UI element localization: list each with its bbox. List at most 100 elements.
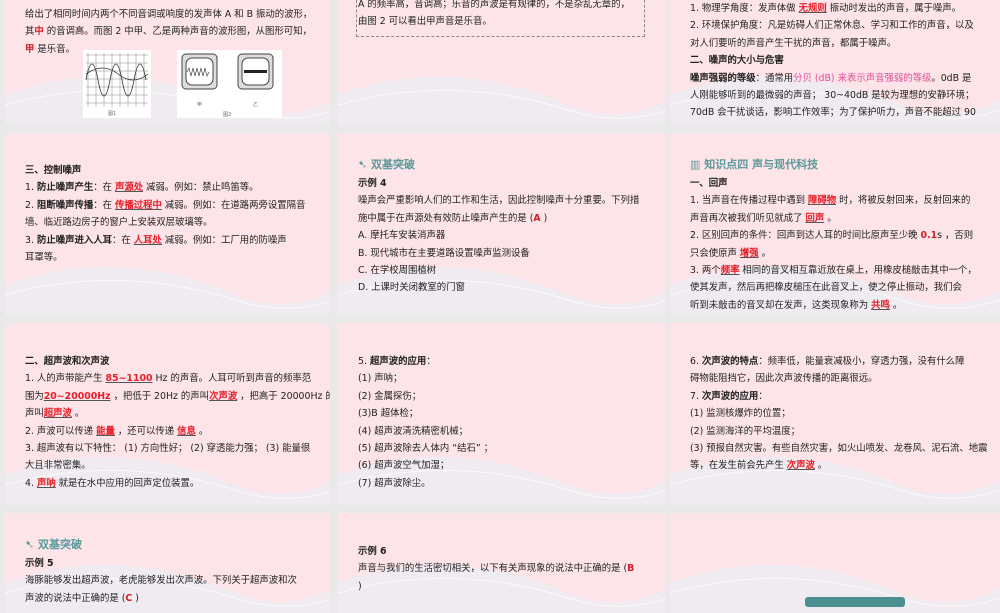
text-segment: ： [758, 390, 768, 402]
slide-thumbnail[interactable]: ➷ 双基突破示例 4 噪声会严重影响人们的工作和生活，因此控制噪声十分重要。下列措… [338, 133, 665, 315]
answer-fill: 声源处 [114, 182, 144, 194]
text-segment: (3)B 超体检； [358, 408, 419, 420]
text-line: 海豚能够发出超声波，老虎能够发出次声波。下列关于超声波和次 [25, 572, 318, 589]
text-line: (7) 超声波除尘。 [358, 475, 653, 492]
text-segment: ) [132, 592, 139, 604]
text-line: 二、超声波和次声波 [25, 353, 318, 370]
fig1-caption: 图1 [108, 111, 116, 117]
text-segment: ，把高于 20000Hz 的 [237, 390, 330, 402]
text-line: 墙、临近路边房子的窗户上安装双层玻璃等。 [25, 214, 318, 231]
answer-fill: 共鸣 [871, 299, 890, 311]
section-heading-text: 双基突破 [38, 538, 83, 551]
slide-thumbnail[interactable]: 二、超声波和次声波 1. 人的声带能产生 85~1100 Hz 的声音。人耳可听到… [5, 323, 330, 505]
text-line: 施中属于在声源处有效防止噪声产生的是 (A ) [358, 210, 653, 227]
text-segment: D. 上课时关闭教室的门窗 [358, 282, 465, 294]
text-segment: (6) 超声波空气加湿； [358, 460, 450, 472]
text-segment: 减弱。例如：工厂用的防噪声 [161, 234, 287, 246]
bold-label: 示例 4 [358, 178, 387, 189]
text-segment: 振动时发出的声音，属于噪声。 [826, 3, 962, 14]
text-segment: 分贝 (dB) 来表示声音强弱的等级 [793, 72, 932, 84]
text-line: 1. 防止噪声产生：在 声源处 减弱。例如：禁止鸣笛等。 [25, 179, 318, 196]
answer-fill: 人耳处 [133, 234, 162, 246]
answer-fill: B [627, 563, 635, 575]
bird-icon: ➷ [358, 158, 372, 171]
text-line: 4. 声呐 就是在水中应用的回声定位装置。 [25, 475, 318, 492]
text-line: 耳罩等。 [25, 249, 318, 266]
section-heading-text: 双基突破 [371, 158, 416, 171]
section-heading: ▥ 知识点四 声与现代科技 [690, 155, 988, 175]
answer-fill: 次声波 [786, 460, 815, 472]
text-line: 由图 2 可以看出甲声音是乐音。 [358, 13, 653, 30]
text-line: 6. 次声波的特点：频率低，能量衰减极小，穿透力强，没有什么障 [690, 353, 988, 370]
text-line: C. 在学校周围植树 [358, 262, 653, 279]
text-segment: 是乐音。 [34, 43, 75, 55]
text-segment: ： [426, 356, 436, 367]
text-segment: 时，将被反射回来，反射回来的 [836, 195, 971, 207]
svg-text:图2: 图2 [223, 112, 231, 118]
slide-thumbnail[interactable]: 6. 次声波的特点：频率低，能量衰减极小，穿透力强，没有什么障 碍物能阻挡它，因此… [670, 323, 1000, 505]
text-line: 其中 的音调高。而图 2 中甲、乙是两种声音的波形图，从图形可知， [25, 23, 318, 40]
slide-thumbnail[interactable]: 三、控制噪声 1. 防止噪声产生：在 声源处 减弱。例如：禁止鸣笛等。 2. 阻断噪… [5, 133, 330, 315]
text-segment: 的音调高。而图 2 中甲、乙是两种声音的波形图，从图形可知， [43, 26, 312, 38]
text-segment: 人刚能够听到的最微弱的声音； 30~40dB 是较为理想的安静环境； [690, 90, 975, 102]
text-segment: 2. 环境保护角度：凡是妨碍人们正常休息、学习和工作的声音，以及 [690, 20, 974, 32]
text-segment: 减弱。例如：在道路两旁设置隔音 [161, 199, 306, 211]
text-segment: 。 [195, 425, 209, 437]
text-segment: ：在 [111, 234, 134, 246]
text-segment: 2. [25, 199, 37, 211]
text-segment: A. 摩托车安装消声器 [358, 230, 446, 242]
text-segment: (7) 超声波除尘。 [358, 477, 431, 489]
slide-thumbnail[interactable]: ▥ 知识点四 声与现代科技 一、回声 1. 当声音在传播过程中遇到 障碍物 时，将被… [670, 133, 1000, 315]
answer-fill: 增强 [739, 247, 759, 259]
slide-text: ▥ 知识点四 声与现代科技 一、回声 1. 当声音在传播过程中遇到 障碍物 时，将被… [690, 155, 988, 314]
answer-fill: 频率 [720, 265, 740, 277]
text-segment: ) [358, 580, 362, 592]
text-line: 1. 物理学角度：发声体做 无规则 振动时发出的声音，属于噪声。 [690, 0, 988, 17]
text-segment: 3. [25, 234, 37, 246]
text-line: 人刚能够听到的最微弱的声音； 30~40dB 是较为理想的安静环境； [690, 87, 988, 104]
slide-thumbnail[interactable]: 给出了相同时间内两个不同音调或响度的发声体 A 和 B 振动的波形， 其中 的音调… [5, 0, 330, 125]
text-segment: (5) 超声波除去人体内 “结石” ； [358, 443, 494, 455]
slide-thumbnail[interactable]: 5. 超声波的应用： (1) 声呐； (2) 金属探伤； (3)B 超体检； (4) 超… [338, 323, 665, 505]
text-line: ) [358, 578, 653, 595]
text-segment: ：频率低，能量衰减极小，穿透力强，没有什么障 [758, 356, 965, 367]
slide-text: 二、超声波和次声波 1. 人的声带能产生 85~1100 Hz 的声音。人耳可听到… [25, 353, 330, 492]
slide-thumbnail[interactable]: 示例 6 声音与我们的生活密切相关，以下有关声现象的说法中正确的是 (B) [338, 513, 665, 613]
slide-thumbnail[interactable]: A 的频率高，音调高；乐音的声波是有规律的，不是杂乱无章的， 由图 2 可以看出甲… [338, 0, 665, 125]
answer-fill: A [533, 212, 541, 224]
slide-text: ➷ 双基突破 示例 5 海豚能够发出超声波，老虎能够发出次声波。下列关于超声波和次声… [25, 535, 318, 607]
text-segment: 1. 人的声带能产生 [25, 373, 106, 385]
text-segment: 声音与我们的生活密切相关，以下有关声现象的说法中正确的是 ( [358, 563, 628, 575]
answer-fill: 障碍物 [808, 195, 837, 207]
text-segment: (2) 监测海洋的平均温度； [690, 425, 801, 437]
section-heading-text: 知识点四 声与现代科技 [704, 158, 819, 171]
text-segment: A 的频率高，音调高；乐音的声波是有规律的，不是杂乱无章的， [358, 0, 630, 10]
slide-thumbnail[interactable]: 1. 物理学角度：发声体做 无规则 振动时发出的声音，属于噪声。 2. 环境保护角… [670, 0, 1000, 125]
slide-thumbnail[interactable] [670, 513, 1000, 613]
text-line: 2. 区别回声的条件：回声到达人耳的时间比原声至少晚 0.1s ，否则 [690, 227, 988, 244]
text-line: 2. 阻断噪声传播：在 传播过程中 减弱。例如：在道路两旁设置隔音 [25, 197, 318, 214]
text-line: (3) 预报自然灾害。有些自然灾害，如火山喷发、龙卷风、泥石流、地震 [690, 440, 988, 457]
text-segment: ) [540, 212, 548, 224]
text-segment: (3) 预报自然灾害。有些自然灾害，如火山喷发、龙卷风、泥石流、地震 [690, 443, 988, 455]
text-line: 声音再次被我们听见就成了 回声 。 [690, 210, 988, 227]
bold-label: 防止噪声产生 [36, 182, 94, 194]
bold-label: 示例 5 [25, 558, 54, 569]
text-segment: (1) 监测核爆炸的位置； [690, 408, 791, 420]
text-segment: Hz 的声音。人耳可听到声音的频率范 [152, 373, 312, 385]
text-segment: 相同的音叉相互靠近放在桌上，用橡皮槌敲击其中一个， [739, 265, 977, 277]
text-segment: 1. 物理学角度：发声体做 [690, 3, 799, 14]
text-line: 1. 人的声带能产生 85~1100 Hz 的声音。人耳可听到声音的频率范 [25, 370, 318, 387]
text-line: 3. 防止噪声进入人耳：在 人耳处 减弱。例如：工厂用的防噪声 [25, 232, 318, 249]
text-segment: 等，在发生前会先产生 [690, 460, 787, 472]
slide-thumbnail[interactable]: ➷ 双基突破 示例 5 海豚能够发出超声波，老虎能够发出次声波。下列关于超声波和次声… [5, 513, 330, 613]
bold-label: 超声波的应用 [369, 356, 427, 367]
text-segment: 给出了相同时间内两个不同音调或响度的发声体 A 和 B 振动的波形， [25, 9, 313, 20]
text-line: 示例 4 [358, 175, 653, 192]
text-line: 听到未敲击的音叉却在发声，这类现象称为 共鸣 。 [690, 297, 988, 314]
text-segment: 。 [889, 299, 903, 311]
text-segment: 噪声会严重影响人们的工作和生活，因此控制噪声十分重要。下列措 [358, 195, 640, 207]
answer-fill: 甲 [25, 43, 35, 55]
text-line: D. 上课时关闭教室的门窗 [358, 279, 653, 296]
text-segment: 耳罩等。 [25, 252, 63, 264]
